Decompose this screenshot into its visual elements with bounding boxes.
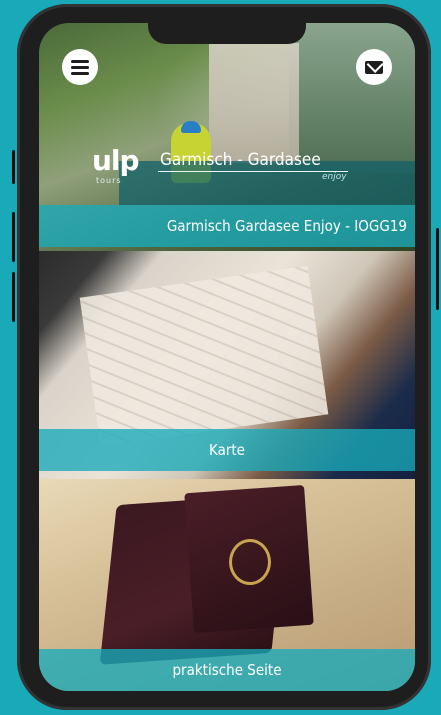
menu-button[interactable] xyxy=(62,49,98,85)
map-tile-label: Karte xyxy=(209,441,245,459)
brand-logo-tagline: tours xyxy=(96,176,122,185)
info-tile-label: praktische Seite xyxy=(172,661,282,679)
route-title: Garmisch - Gardasee xyxy=(160,150,321,170)
mail-icon xyxy=(365,60,383,74)
menu-icon xyxy=(71,65,89,69)
map-paper xyxy=(79,265,329,447)
brand-logo: ulp xyxy=(92,144,140,177)
cyclist-helmet xyxy=(181,121,201,133)
map-tile[interactable]: Karte xyxy=(39,251,415,479)
tile-label-band: praktische Seite xyxy=(39,649,415,691)
phone-side-button xyxy=(12,272,15,322)
info-tile[interactable]: praktische Seite xyxy=(39,479,415,691)
route-subtitle: enjoy xyxy=(322,172,347,182)
app-screen: Garmisch Gardasee Enjoy - IOGG19 Karte p… xyxy=(39,23,415,691)
mail-button[interactable] xyxy=(356,49,392,85)
background-building xyxy=(209,43,299,163)
phone-side-button xyxy=(12,150,15,184)
route-underline xyxy=(158,171,348,172)
tour-tile-label: Garmisch Gardasee Enjoy - IOGG19 xyxy=(166,217,407,235)
passport-emblem xyxy=(229,539,271,585)
tile-label-band: Karte xyxy=(39,429,415,471)
phone-side-button xyxy=(436,228,439,310)
phone-side-button xyxy=(12,212,15,262)
tile-label-band: Garmisch Gardasee Enjoy - IOGG19 xyxy=(39,205,415,247)
phone-notch xyxy=(148,22,306,44)
